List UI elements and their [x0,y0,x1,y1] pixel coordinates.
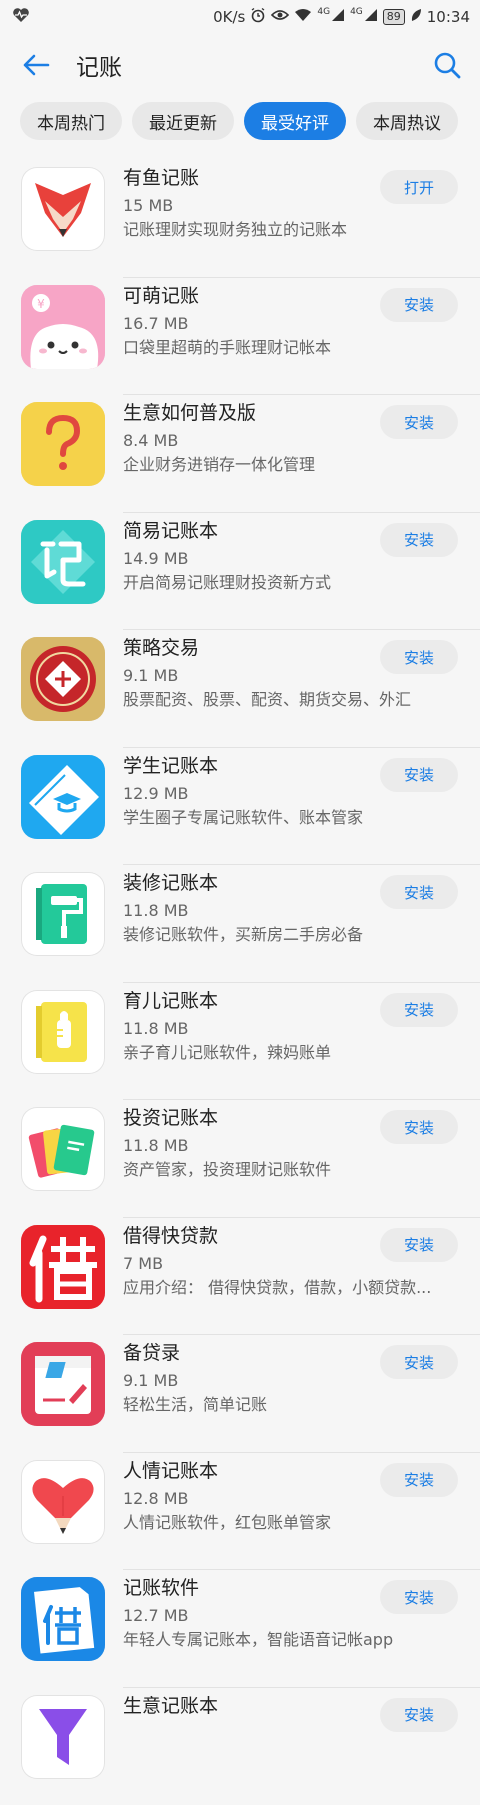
list-item[interactable]: 育儿记账本 11.8 MB 亲子育儿记账软件，辣妈账单 安装 [0,983,480,1101]
app-description: 口袋里超萌的手账理财记帐本 [123,338,453,358]
back-arrow-icon[interactable] [22,50,52,80]
app-description: 年轻人专属记账本，智能语音记帐app [123,1630,453,1650]
app-description: 应用介绍： 借得快贷款，借款，小额贷款... [123,1278,453,1298]
list-item[interactable]: 装修记账本 11.8 MB 装修记账软件，买新房二手房必备 安装 [0,865,480,983]
app-description: 亲子育儿记账软件，辣妈账单 [123,1043,453,1063]
app-info: 人情记账本 12.8 MB 人情记账软件，红包账单管家 安装 [123,1453,480,1571]
list-item[interactable]: 简易记账本 14.9 MB 开启简易记账理财投资新方式 安装 [0,513,480,631]
graduation-cap-icon [21,755,105,839]
clock: 10:34 [427,8,470,26]
app-description: 企业财务进销存一体化管理 [123,455,453,475]
app-info: 有鱼记账 15 MB 记账理财实现财务独立的记账本 打开 [123,160,480,278]
install-button[interactable]: 安装 [380,1698,458,1732]
ji-character-icon [21,520,105,604]
list-item[interactable]: 借得快贷款 7 MB 应用介绍： 借得快贷款，借款，小额贷款... 安装 [0,1218,480,1336]
heart-monitor-icon [12,7,30,27]
fox-icon [21,167,105,251]
app-info: 装修记账本 11.8 MB 装修记账软件，买新房二手房必备 安装 [123,865,480,983]
app-description: 装修记账软件，买新房二手房必备 [123,925,453,945]
app-info: 简易记账本 14.9 MB 开启简易记账理财投资新方式 安装 [123,513,480,631]
red-coin-icon [21,637,105,721]
network-speed: 0K/s [213,8,245,26]
list-item[interactable]: 生意记账本 安装 [0,1688,480,1805]
app-header: 记账 [0,34,480,96]
cute-cat-icon: ¥ [21,285,105,369]
tab-weekly-discussed[interactable]: 本周热议 [356,102,458,140]
page-title: 记账 [76,48,432,82]
app-info: 投资记账本 11.8 MB 资产管家，投资理财记账软件 安装 [123,1100,480,1218]
app-info: 借得快贷款 7 MB 应用介绍： 借得快贷款，借款，小额贷款... 安装 [123,1218,480,1336]
app-info: 生意如何普及版 8.4 MB 企业财务进销存一体化管理 安装 [123,395,480,513]
install-button[interactable]: 安装 [380,758,458,792]
leaf-icon [410,8,422,26]
list-item[interactable]: ¥ 可萌记账 16.7 MB 口袋里超萌的手账理财记帐本 安装 [0,278,480,396]
list-item[interactable]: 有鱼记账 15 MB 记账理财实现财务独立的记账本 打开 [0,160,480,278]
tab-weekly-hot[interactable]: 本周热门 [20,102,122,140]
notebook-pen-icon [21,1342,105,1426]
app-list: 有鱼记账 15 MB 记账理财实现财务独立的记账本 打开 ¥ 可萌记账 16.7… [0,160,480,1805]
install-button[interactable]: 安装 [380,1580,458,1614]
list-item[interactable]: 策略交易 9.1 MB 股票配资、股票、配资、期货交易、外汇 安装 [0,630,480,748]
install-button[interactable]: 安装 [380,875,458,909]
wifi-icon [294,8,312,26]
funnel-icon [21,1695,105,1779]
category-tabs: 本周热门 最近更新 最受好评 本周热议 [0,96,480,150]
heart-pencil-icon [21,1460,105,1544]
list-item[interactable]: 学生记账本 12.9 MB 学生圈子专属记账软件、账本管家 安装 [0,748,480,866]
install-button[interactable]: 安装 [380,523,458,557]
app-info: 策略交易 9.1 MB 股票配资、股票、配资、期货交易、外汇 安装 [123,630,480,748]
jie-book-icon [21,1577,105,1661]
network-type-2: 4G [350,7,363,17]
tab-recent-updates[interactable]: 最近更新 [132,102,234,140]
app-info: 学生记账本 12.9 MB 学生圈子专属记账软件、账本管家 安装 [123,748,480,866]
list-item[interactable]: 投资记账本 11.8 MB 资产管家，投资理财记账软件 安装 [0,1100,480,1218]
list-item[interactable]: 人情记账本 12.8 MB 人情记账软件，红包账单管家 安装 [0,1453,480,1571]
app-info: 生意记账本 安装 [123,1688,480,1805]
baby-bottle-icon [21,990,105,1074]
app-info: 可萌记账 16.7 MB 口袋里超萌的手账理财记帐本 安装 [123,278,480,396]
app-info: 备贷录 9.1 MB 轻松生活，简单记账 安装 [123,1335,480,1453]
install-button[interactable]: 安装 [380,1463,458,1497]
app-description: 人情记账软件，红包账单管家 [123,1513,453,1533]
jie-character-icon [21,1225,105,1309]
install-button[interactable]: 安装 [380,1110,458,1144]
question-mark-icon [21,402,105,486]
network-type-1: 4G [317,7,330,17]
paint-roller-icon [21,872,105,956]
status-bar: 0K/s 4G 4G 89 10:34 [0,0,480,34]
list-item[interactable]: 备贷录 9.1 MB 轻松生活，简单记账 安装 [0,1335,480,1453]
app-description: 股票配资、股票、配资、期货交易、外汇 [123,690,453,710]
tab-top-rated[interactable]: 最受好评 [244,102,346,140]
install-button[interactable]: 安装 [380,1228,458,1262]
svg-text:¥: ¥ [37,297,45,311]
install-button[interactable]: 安装 [380,640,458,674]
app-description: 记账理财实现财务独立的记账本 [123,220,453,240]
app-description: 轻松生活，简单记账 [123,1395,453,1415]
install-button[interactable]: 安装 [380,993,458,1027]
signal-icon [331,8,345,26]
notebooks-icon [21,1107,105,1191]
app-info: 记账软件 12.7 MB 年轻人专属记账本，智能语音记帐app 安装 [123,1570,480,1688]
status-right: 0K/s 4G 4G 89 10:34 [213,7,470,27]
search-icon[interactable] [432,50,462,80]
install-button[interactable]: 安装 [380,1345,458,1379]
app-description: 开启简易记账理财投资新方式 [123,573,453,593]
signal-icon [364,8,378,26]
install-button[interactable]: 安装 [380,405,458,439]
status-left [12,7,30,27]
list-item[interactable]: 生意如何普及版 8.4 MB 企业财务进销存一体化管理 安装 [0,395,480,513]
app-description: 资产管家，投资理财记账软件 [123,1160,453,1180]
alarm-icon [250,7,266,27]
open-button[interactable]: 打开 [380,170,458,204]
list-item[interactable]: 记账软件 12.7 MB 年轻人专属记账本，智能语音记帐app 安装 [0,1570,480,1688]
app-info: 育儿记账本 11.8 MB 亲子育儿记账软件，辣妈账单 安装 [123,983,480,1101]
eye-icon [271,8,289,26]
battery-icon: 89 [383,9,405,25]
install-button[interactable]: 安装 [380,288,458,322]
app-description: 学生圈子专属记账软件、账本管家 [123,808,453,828]
